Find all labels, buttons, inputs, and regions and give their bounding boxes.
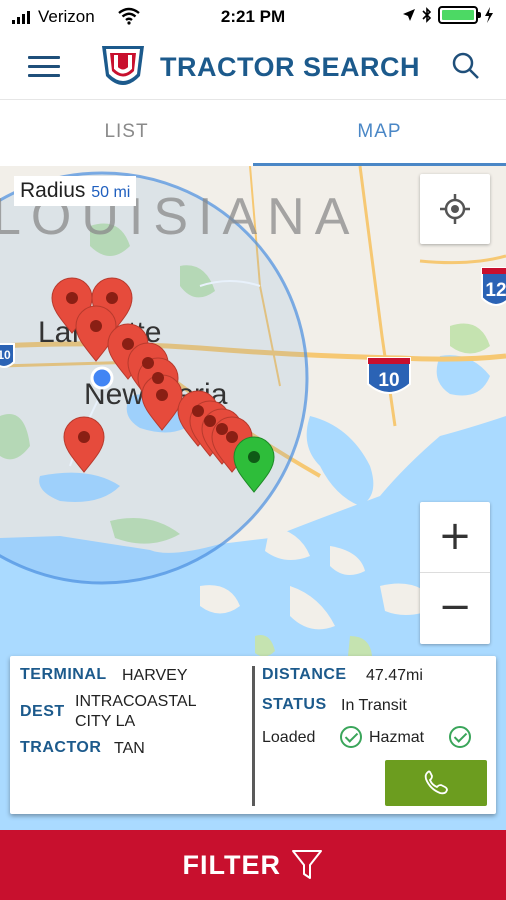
- distance-label: DISTANCE: [262, 666, 347, 683]
- dest-value-line2: CITY LA: [75, 713, 136, 730]
- tab-map[interactable]: MAP: [253, 100, 506, 166]
- hazmat-check-icon: [449, 726, 471, 748]
- bluetooth-icon: [422, 7, 432, 23]
- interstate-shield-right: 12: [481, 267, 506, 306]
- phone-icon: [424, 770, 448, 795]
- status-label: STATUS: [262, 696, 327, 713]
- filter-funnel-icon: [292, 850, 323, 879]
- hamburger-menu-icon[interactable]: [28, 56, 60, 78]
- terminal-value: HARVEY: [122, 667, 188, 684]
- radius-label: Radius 50 mi: [14, 176, 137, 206]
- radius-label-text: Radius: [20, 179, 86, 202]
- interstate-shield-center: 10: [367, 357, 411, 394]
- location-arrow-icon: [403, 9, 415, 21]
- status-value: In Transit: [341, 697, 407, 714]
- radius-value: 50 mi: [91, 184, 131, 201]
- battery-icon: [438, 6, 481, 24]
- filter-label: FILTER: [182, 850, 282, 880]
- call-button[interactable]: [385, 760, 487, 806]
- tractor-value: TAN: [114, 740, 145, 757]
- distance-value: 47.47mi: [366, 667, 423, 684]
- app-logo: [102, 46, 144, 85]
- zoom-in-button[interactable]: +: [420, 502, 490, 573]
- dest-label: DEST: [20, 703, 65, 720]
- svg-text:10: 10: [378, 370, 399, 391]
- zoom-controls: + −: [420, 502, 490, 644]
- svg-text:10: 10: [0, 348, 11, 362]
- my-location-button[interactable]: [420, 174, 490, 244]
- current-location-dot: [90, 366, 114, 390]
- dest-value-line1: INTRACOASTAL: [75, 693, 197, 710]
- card-divider: [252, 666, 255, 806]
- crosshair-icon: [440, 194, 470, 224]
- tractor-label: TRACTOR: [20, 739, 102, 756]
- search-icon[interactable]: [450, 50, 482, 82]
- svg-text:12: 12: [485, 280, 506, 301]
- terminal-label: TERMINAL: [20, 666, 107, 683]
- tractor-info-card[interactable]: TERMINAL HARVEY DEST INTRACOASTAL CITY L…: [10, 656, 496, 814]
- filter-button[interactable]: FILTER: [0, 830, 506, 900]
- app-header: TRACTOR SEARCH: [0, 34, 506, 100]
- loaded-check-icon: [340, 726, 362, 748]
- charging-bolt-icon: [485, 7, 493, 23]
- status-bar: Verizon 2:21 PM: [0, 0, 506, 34]
- zoom-out-button[interactable]: −: [420, 573, 490, 644]
- app-title: TRACTOR SEARCH: [160, 52, 421, 82]
- interstate-shield-left: 10: [0, 343, 15, 368]
- loaded-label: Loaded: [262, 729, 316, 746]
- tab-list[interactable]: LIST: [0, 100, 253, 166]
- hazmat-label: Hazmat: [369, 729, 425, 746]
- view-tabs: LIST MAP: [0, 100, 506, 166]
